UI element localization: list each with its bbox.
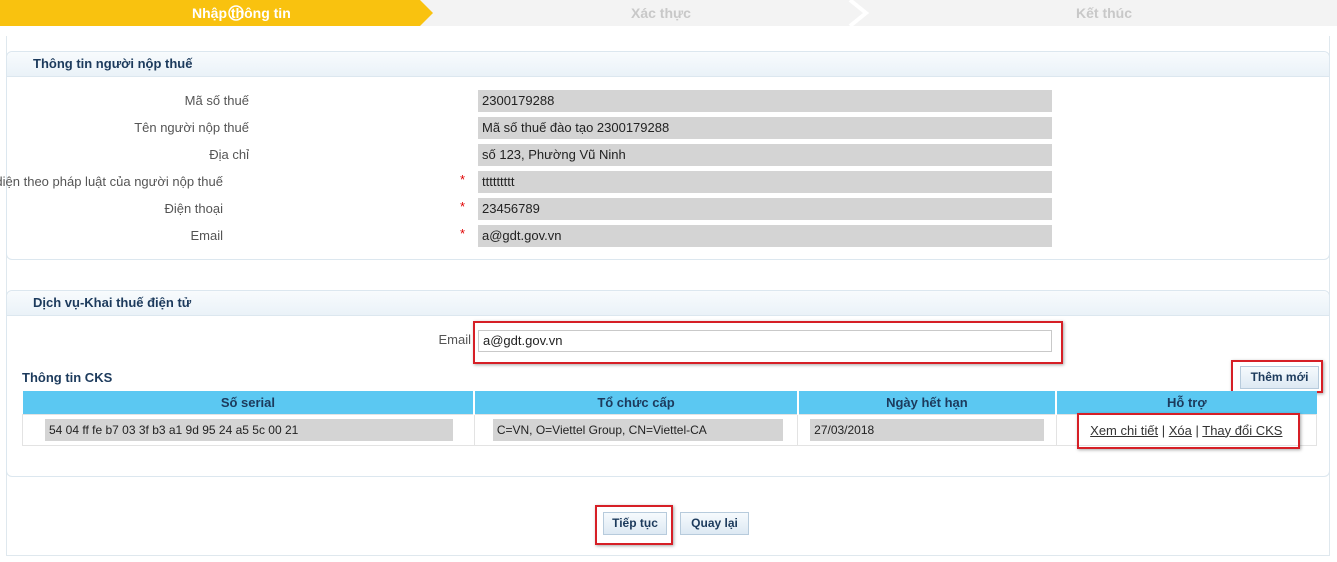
email-highlight-box <box>473 321 1063 364</box>
taxpayer-field-row: Email * a@gdt.gov.vn <box>7 225 1107 247</box>
field-label: Mã số thuế <box>184 93 249 108</box>
issuer-value: C=VN, O=Viettel Group, CN=Viettel-CA <box>492 419 784 441</box>
cks-title: Thông tin CKS <box>22 370 113 385</box>
field-label: Điện thoại <box>164 201 223 216</box>
taxpayer-field-row: Người đại diện theo pháp luật của người … <box>0 171 1107 193</box>
required-marker: * <box>460 199 466 214</box>
continue-highlight-box <box>595 505 673 545</box>
col-support: Hỗ trợ <box>1056 391 1317 415</box>
field-value[interactable]: 2300179288 <box>478 90 1052 112</box>
step-nhap-thong-tin: Nhập thông tin <box>192 5 291 21</box>
field-value[interactable]: ttttttttt <box>478 171 1052 193</box>
add-new-highlight-box <box>1231 360 1323 393</box>
cell-expiry: 27/03/2018 <box>797 414 1057 446</box>
cell-issuer: C=VN, O=Viettel Group, CN=Viettel-CA <box>473 414 799 446</box>
progress-stepper: Nhập thông tin Xác thực Kết thúc <box>0 0 1337 26</box>
service-panel: Dịch vụ-Khai thuế điện tử Email a@gdt.go… <box>6 290 1330 477</box>
field-value[interactable]: Mã số thuế đào tạo 2300179288 <box>478 117 1052 139</box>
field-label: Địa chỉ <box>209 147 249 162</box>
taxpayer-field-row: Tên người nộp thuế Mã số thuế đào tạo 230… <box>7 117 1107 139</box>
required-marker: * <box>460 226 466 241</box>
field-label: Email <box>190 228 223 243</box>
col-serial: Số serial <box>22 391 476 415</box>
taxpayer-field-row: Địa chỉ số 123, Phường Vũ Ninh <box>7 144 1107 166</box>
taxpayer-info-panel: Thông tin người nộp thuế Mã số thuế 23001… <box>0 51 1330 260</box>
service-title: Dịch vụ-Khai thuế điện tử <box>7 291 1329 316</box>
col-issuer: Tổ chức cấp <box>474 391 799 415</box>
serial-value: 54 04 ff fe b7 03 3f b3 a1 9d 95 24 a5 5… <box>45 419 453 441</box>
taxpayer-field-row: Mã số thuế 2300179288 <box>7 90 1107 112</box>
taxpayer-field-row: Điện thoại * 23456789 <box>7 198 1107 220</box>
back-button[interactable]: Quay lại <box>680 512 749 535</box>
bottom-actions: Tiếp tục Quay lại <box>6 477 1330 556</box>
field-value[interactable]: 23456789 <box>478 198 1052 220</box>
taxpayer-info-title: Thông tin người nộp thuế <box>7 52 1329 77</box>
field-label: Tên người nộp thuế <box>134 120 249 135</box>
support-links-highlight-box <box>1077 413 1300 449</box>
expiry-value: 27/03/2018 <box>810 419 1044 441</box>
field-label: Người đại diện theo pháp luật của người … <box>0 174 223 189</box>
service-email-label: Email <box>438 332 471 347</box>
step-ket-thuc: Kết thúc <box>1076 5 1132 21</box>
required-marker: * <box>460 172 466 187</box>
col-expiry: Ngày hết hạn <box>797 391 1058 415</box>
cell-serial: 54 04 ff fe b7 03 3f b3 a1 9d 95 24 a5 5… <box>22 414 475 446</box>
step-xac-thuc: Xác thực <box>631 5 691 21</box>
field-value[interactable]: số 123, Phường Vũ Ninh <box>478 144 1052 166</box>
field-value[interactable]: a@gdt.gov.vn <box>478 225 1052 247</box>
